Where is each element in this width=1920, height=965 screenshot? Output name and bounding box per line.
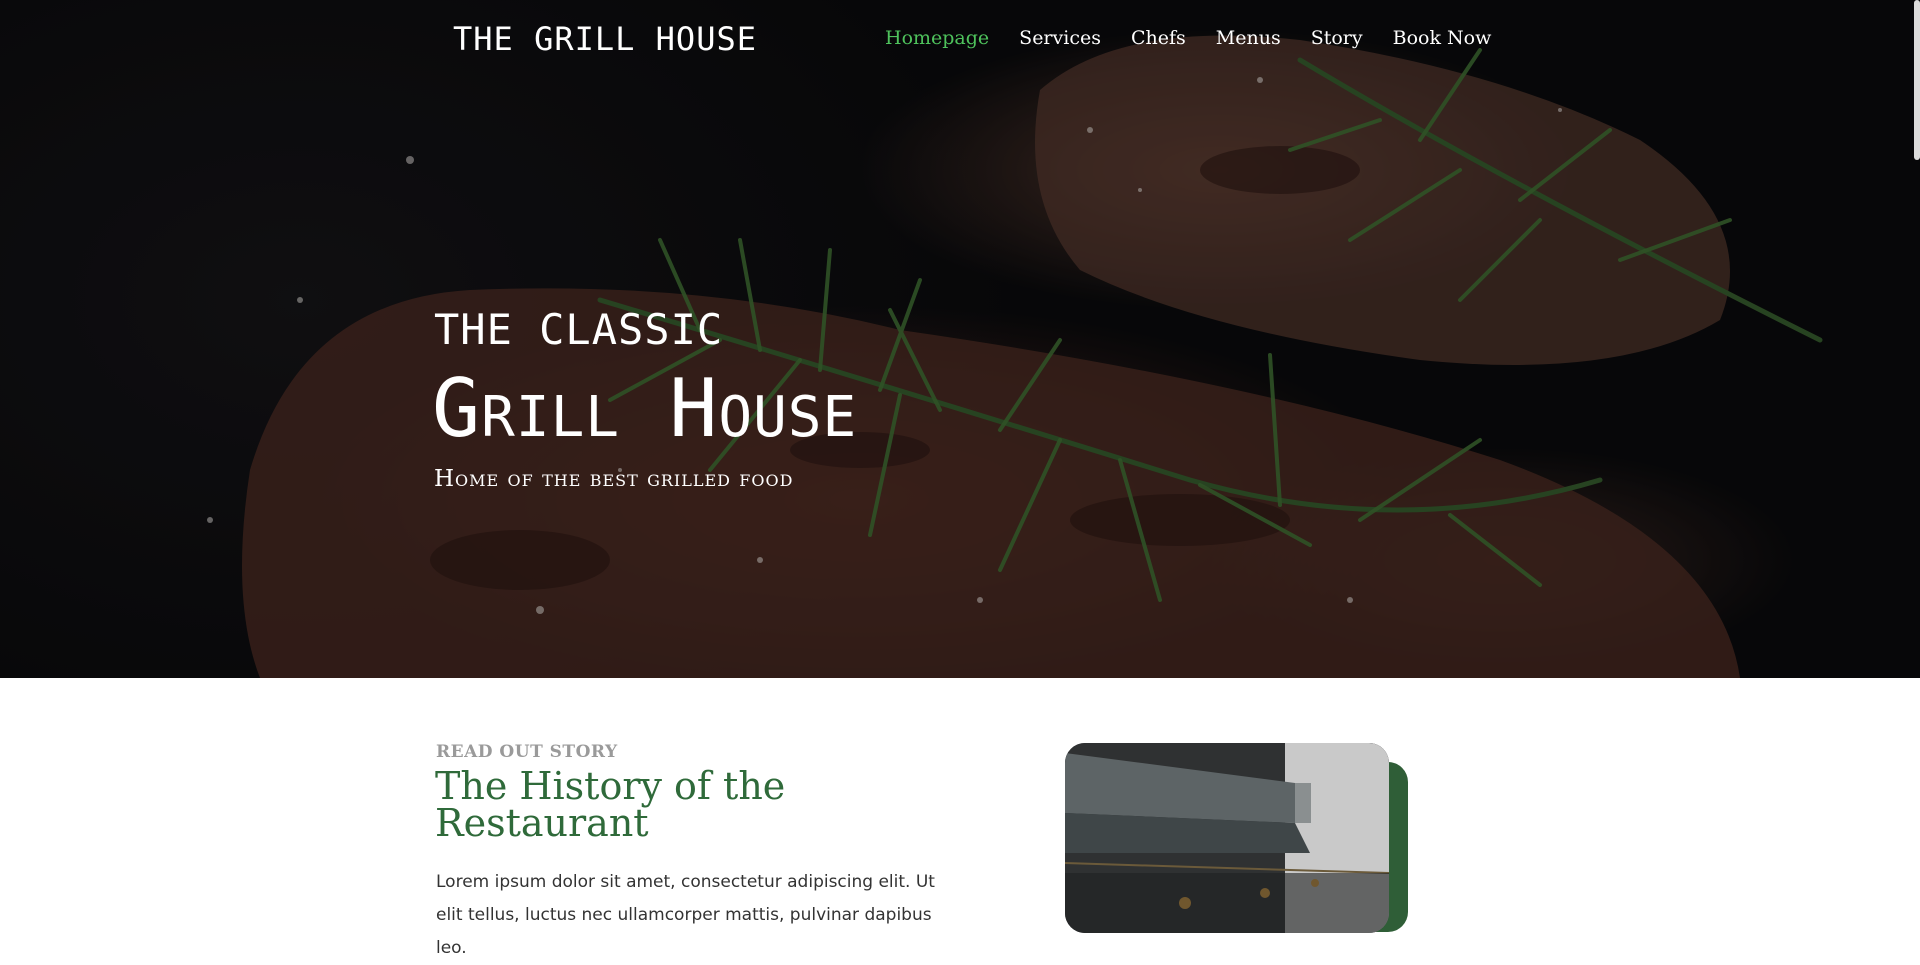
nav-story[interactable]: Story	[1311, 27, 1363, 49]
nav-menus[interactable]: Menus	[1216, 27, 1281, 49]
hero-overlay	[0, 0, 1920, 678]
nav-book-now[interactable]: Book Now	[1393, 27, 1492, 49]
hero-title: Grill House	[432, 362, 858, 455]
nav-homepage[interactable]: Homepage	[885, 27, 989, 49]
nav-services[interactable]: Services	[1019, 27, 1101, 49]
hero-section: THE GRILL HOUSE Homepage Services Chefs …	[0, 0, 1920, 678]
restaurant-exterior-image	[1065, 743, 1389, 933]
story-eyebrow: READ OUT STORY	[436, 742, 618, 762]
main-nav: Homepage Services Chefs Menus Story Book…	[885, 27, 1491, 49]
story-body-text: Lorem ipsum dolor sit amet, consectetur …	[436, 872, 935, 958]
story-title: The History of the Restaurant	[435, 764, 786, 845]
site-logo[interactable]: THE GRILL HOUSE	[453, 20, 757, 58]
nav-chefs[interactable]: Chefs	[1131, 27, 1186, 49]
hero-eyebrow: THE CLASSIC	[434, 305, 724, 354]
hero-subtitle: Home of the best grilled food	[434, 466, 794, 492]
restaurant-awning-illustration	[1065, 743, 1389, 933]
page-scrollbar[interactable]	[1914, 0, 1920, 160]
